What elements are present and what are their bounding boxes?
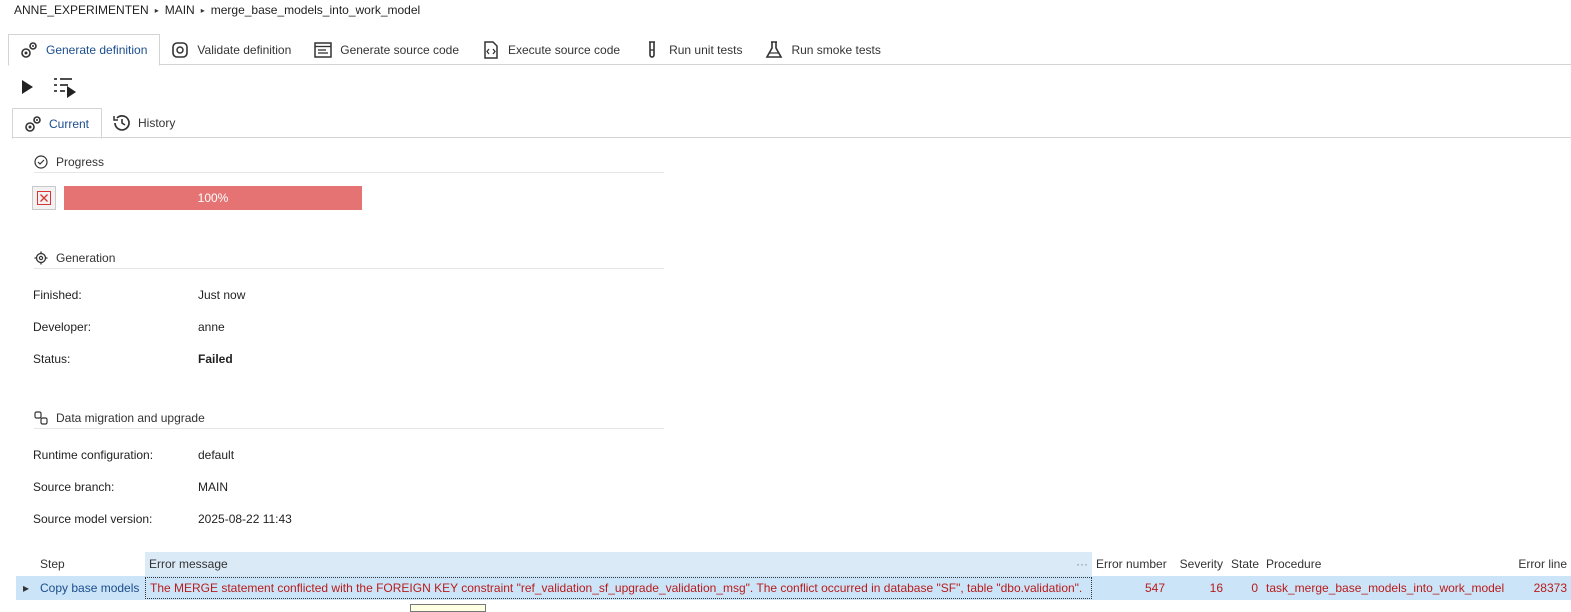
breadcrumb-item-branch[interactable]: MAIN — [165, 3, 195, 17]
cell-severity: 16 — [1209, 581, 1223, 595]
breadcrumb-separator-icon: ▸ — [154, 5, 159, 15]
source-model-version-label: Source model version: — [33, 512, 153, 526]
test-tube-icon — [649, 40, 656, 58]
column-header-step[interactable]: Step — [36, 557, 145, 571]
runtime-configuration-value: default — [198, 448, 235, 462]
progress-section-header: Progress — [34, 151, 664, 173]
sub-tab-bar: Current History — [12, 108, 1571, 139]
developer-label: Developer: — [33, 320, 92, 334]
cell-error-number: 547 — [1144, 581, 1165, 595]
tab-label: Generate definition — [46, 43, 148, 57]
status-value: Failed — [198, 352, 233, 366]
finished-value: Just now — [198, 288, 246, 302]
error-grid-header: Step Error message ··· Error number Seve… — [16, 552, 1571, 576]
tab-execute-source-code[interactable]: Execute source code — [471, 34, 632, 65]
progress-bar: 100% — [64, 186, 362, 210]
execute-code-icon — [484, 40, 498, 59]
error-grid: Step Error message ··· Error number Seve… — [16, 552, 1571, 600]
cell-procedure: task_merge_base_models_into_work_model — [1266, 581, 1505, 595]
source-code-icon — [314, 41, 332, 58]
tab-generate-definition[interactable]: Generate definition — [8, 34, 161, 66]
source-branch-label: Source branch: — [33, 480, 115, 494]
column-header-error-message[interactable]: Error message ··· — [145, 552, 1092, 576]
gears-icon — [21, 42, 37, 58]
tab-label: History — [138, 116, 176, 130]
play-icon — [22, 80, 33, 94]
column-header-severity[interactable]: Severity — [1169, 557, 1227, 571]
generation-section-header: Generation — [34, 247, 664, 269]
cancel-button[interactable] — [32, 186, 56, 210]
column-options-icon[interactable]: ··· — [1076, 557, 1088, 571]
cell-error-message[interactable]: The MERGE statement conflicted with the … — [145, 577, 1092, 599]
generation-heading: Generation — [56, 250, 116, 265]
tab-label: Current — [49, 116, 90, 131]
status-label: Status: — [33, 352, 71, 366]
table-row[interactable]: ▸ Copy base models The MERGE statement c… — [16, 576, 1571, 600]
gear-check-icon — [172, 41, 189, 58]
tab-validate-definition[interactable]: Validate definition — [160, 34, 303, 65]
progress-percent: 100% — [197, 191, 229, 205]
tab-label: Validate definition — [197, 42, 292, 57]
tab-generate-source-code[interactable]: Generate source code — [303, 34, 471, 65]
breadcrumb-item-project[interactable]: ANNE_EXPERIMENTEN — [14, 3, 149, 17]
history-icon — [113, 115, 130, 131]
tab-run-smoke-tests[interactable]: Run smoke tests — [754, 34, 892, 65]
tooltip — [410, 604, 486, 612]
column-header-state[interactable]: State — [1227, 557, 1262, 571]
tab-label: Generate source code — [340, 42, 459, 57]
toolbar — [14, 74, 78, 100]
breadcrumb-item-model[interactable]: merge_base_models_into_work_model — [211, 3, 420, 17]
tab-label: Run smoke tests — [791, 42, 881, 57]
data-migration-icon — [34, 410, 48, 425]
gear-icon — [34, 251, 48, 264]
cell-error-line: 28373 — [1533, 581, 1567, 595]
column-header-error-line[interactable]: Error line — [1512, 557, 1571, 571]
source-model-version-value: 2025-08-22 11:43 — [198, 512, 292, 526]
cell-state: 0 — [1251, 581, 1258, 595]
finished-label: Finished: — [33, 288, 82, 302]
tab-run-unit-tests[interactable]: Run unit tests — [632, 34, 754, 65]
breadcrumb: ANNE_EXPERIMENTEN ▸ MAIN ▸ merge_base_mo… — [14, 2, 420, 18]
flask-icon — [766, 40, 783, 58]
run-list-icon — [54, 78, 76, 98]
run-button[interactable] — [14, 74, 40, 100]
cell-step: Copy base models — [40, 581, 140, 595]
source-branch-value: MAIN — [198, 480, 228, 494]
tab-label: Run unit tests — [669, 42, 743, 57]
developer-value: anne — [198, 320, 225, 334]
tab-label: Execute source code — [508, 42, 621, 57]
progress-heading: Progress — [56, 154, 105, 169]
gears-icon — [25, 115, 41, 132]
run-steps-button[interactable] — [52, 74, 78, 100]
migration-heading: Data migration and upgrade — [56, 410, 205, 425]
row-expand-icon[interactable]: ▸ — [16, 581, 36, 595]
column-header-error-number[interactable]: Error number — [1092, 557, 1169, 571]
main-tab-bar: Generate definition Validate definition … — [8, 34, 1571, 66]
column-header-label: Error message — [149, 557, 228, 571]
tab-history[interactable]: History — [102, 108, 187, 138]
close-box-icon — [37, 191, 51, 205]
migration-section-header: Data migration and upgrade — [34, 407, 664, 429]
progress-check-icon — [34, 154, 48, 169]
tab-current[interactable]: Current — [12, 108, 103, 139]
runtime-configuration-label: Runtime configuration: — [33, 448, 154, 462]
breadcrumb-separator-icon: ▸ — [200, 5, 205, 15]
column-header-procedure[interactable]: Procedure — [1262, 557, 1512, 571]
